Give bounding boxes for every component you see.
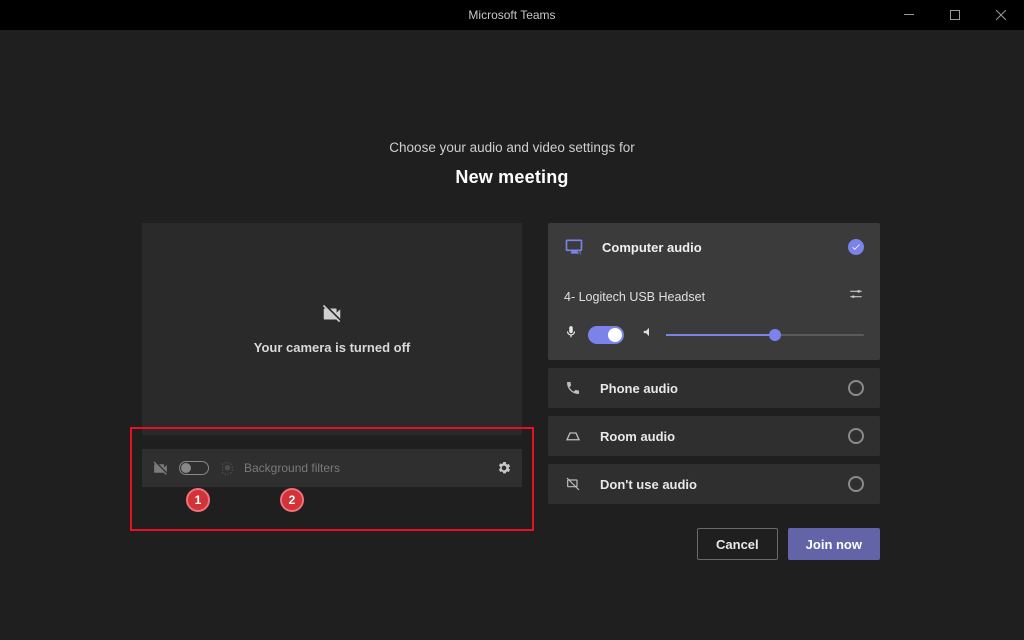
audio-controls-row [564, 307, 864, 344]
camera-off-text: Your camera is turned off [254, 340, 411, 355]
video-column: Your camera is turned off Background fil… [142, 223, 522, 560]
no-audio-option[interactable]: Don't use audio [548, 464, 880, 504]
maximize-button[interactable] [932, 0, 978, 30]
room-audio-label: Room audio [600, 429, 675, 444]
room-audio-option[interactable]: Room audio [548, 416, 880, 456]
join-now-button[interactable]: Join now [788, 528, 880, 560]
mic-toggle[interactable] [588, 326, 624, 344]
camera-off-icon [321, 303, 343, 330]
volume-thumb[interactable] [769, 329, 781, 341]
cancel-button[interactable]: Cancel [697, 528, 778, 560]
phone-audio-radio[interactable] [848, 380, 864, 396]
selected-check-icon [848, 239, 864, 255]
window-title: Microsoft Teams [468, 8, 555, 22]
headline-subtext: Choose your audio and video settings for [0, 140, 1024, 155]
annotation-badge-1: 1 [186, 488, 210, 512]
speaker-icon [642, 325, 656, 344]
titlebar: Microsoft Teams [0, 0, 1024, 30]
minimize-button[interactable] [886, 0, 932, 30]
headline: Choose your audio and video settings for… [0, 140, 1024, 188]
camera-toggle-knob [181, 463, 191, 473]
meeting-title: New meeting [0, 167, 1024, 188]
window: Microsoft Teams Choose your audio and vi… [0, 0, 1024, 640]
close-button[interactable] [978, 0, 1024, 30]
computer-audio-card[interactable]: Computer audio 4- Logitech USB Headset [548, 223, 880, 360]
background-filters-button[interactable]: Background filters [244, 461, 340, 475]
mic-group [564, 325, 624, 344]
phone-icon [564, 380, 582, 396]
camera-toggle[interactable] [179, 461, 209, 475]
video-controls-bar: Background filters [142, 449, 522, 487]
room-icon [564, 427, 582, 445]
device-select-row[interactable]: 4- Logitech USB Headset [564, 274, 864, 307]
volume-slider[interactable] [666, 334, 864, 336]
window-controls [886, 0, 1024, 30]
annotation-badge-2: 2 [280, 488, 304, 512]
camera-toggle-icon [152, 460, 169, 477]
no-audio-label: Don't use audio [600, 477, 697, 492]
volume-fill [666, 334, 775, 336]
camera-preview-panel: Your camera is turned off [142, 223, 522, 435]
microphone-icon [564, 325, 578, 344]
computer-audio-header: Computer audio [564, 237, 864, 257]
device-settings-button[interactable] [496, 460, 512, 476]
phone-audio-option[interactable]: Phone audio [548, 368, 880, 408]
volume-group [642, 325, 864, 344]
stage: Your camera is turned off Background fil… [142, 223, 882, 560]
no-audio-radio[interactable] [848, 476, 864, 492]
action-row: Cancel Join now [548, 528, 880, 560]
no-audio-icon [564, 476, 582, 492]
phone-audio-label: Phone audio [600, 381, 678, 396]
room-audio-radio[interactable] [848, 428, 864, 444]
computer-audio-label: Computer audio [602, 240, 702, 255]
mic-toggle-knob [608, 328, 622, 342]
computer-audio-icon [564, 237, 584, 257]
equalizer-icon [848, 286, 864, 307]
background-filters-icon [219, 460, 236, 477]
audio-panel: Computer audio 4- Logitech USB Headset [548, 223, 880, 560]
device-name: 4- Logitech USB Headset [564, 290, 705, 304]
